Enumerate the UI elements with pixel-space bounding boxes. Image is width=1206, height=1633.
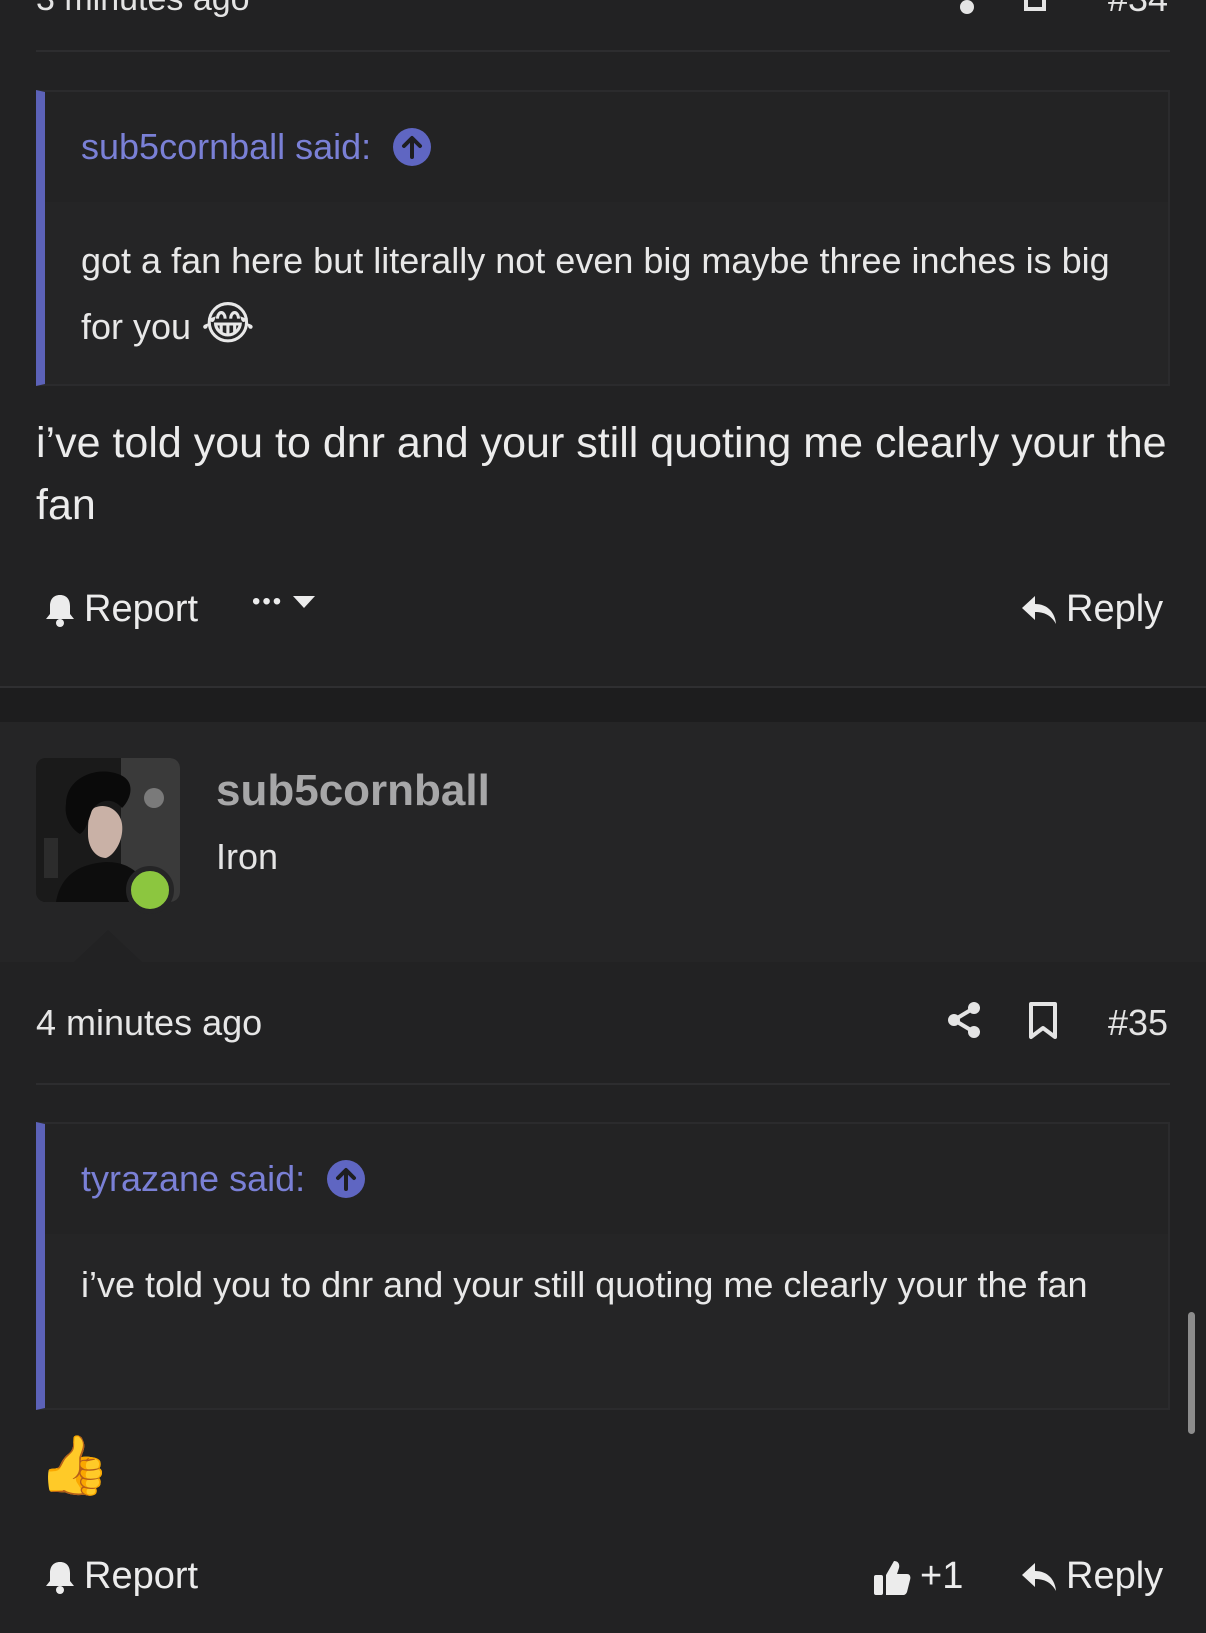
chevron-down-icon <box>293 596 316 608</box>
avatar-pointer <box>74 930 142 962</box>
reply-label: Reply <box>1066 588 1164 630</box>
user-info-band <box>0 722 1206 962</box>
bell-icon <box>46 1561 74 1594</box>
username-link[interactable]: sub5cornball <box>216 766 490 816</box>
report-label: Report <box>84 1555 199 1597</box>
report-button[interactable]: Report <box>44 1555 198 1598</box>
bell-icon <box>46 594 74 627</box>
quote-author-link[interactable]: tyrazane said: <box>81 1158 305 1200</box>
bookmark-icon <box>1029 1002 1057 1039</box>
more-options-button[interactable]: ••• <box>252 588 317 616</box>
arrow-up-icon[interactable] <box>327 1160 366 1198</box>
post-separator <box>0 686 1206 724</box>
post-time[interactable]: 4 minutes ago <box>36 1002 262 1044</box>
reply-icon <box>1022 595 1056 624</box>
share-icon[interactable] <box>960 0 974 14</box>
user-title: Iron <box>216 836 279 877</box>
tears-of-joy-emoji: 😂 <box>201 297 255 349</box>
prev-post-message: i’ve told you to dnr and your still quot… <box>36 419 1167 529</box>
bookmark-icon[interactable] <box>1024 0 1046 11</box>
report-label: Report <box>84 588 199 630</box>
scrollbar[interactable] <box>1188 1312 1195 1434</box>
ellipsis-icon: ••• <box>252 588 284 615</box>
prev-report-button[interactable]: Report <box>44 588 198 631</box>
prev-post-number[interactable]: #34 <box>1108 0 1168 20</box>
post-quote: tyrazane said: i’ve told you to dnr and … <box>36 1122 1170 1410</box>
share-icon <box>948 1002 980 1038</box>
reply-label: Reply <box>1066 1555 1164 1597</box>
thumbs-up-emoji: 👍 <box>38 1433 111 1498</box>
arrow-up-icon[interactable] <box>393 128 432 166</box>
reply-icon <box>1022 1562 1056 1591</box>
share-button[interactable] <box>946 1000 982 1045</box>
reply-button[interactable]: Reply <box>1020 1555 1163 1598</box>
quote-author-link[interactable]: sub5cornball said: <box>81 126 371 168</box>
post-number-link[interactable]: #35 <box>1108 1002 1168 1044</box>
online-status-dot <box>126 866 174 914</box>
quote-text: i’ve told you to dnr and your still quot… <box>81 1264 1088 1305</box>
prev-reply-button[interactable]: Reply <box>1020 588 1163 631</box>
prev-post-time: 3 minutes ago <box>36 0 250 19</box>
prev-post-quote: sub5cornball said: got a fan here but li… <box>36 90 1170 386</box>
prev-post-icons <box>960 0 1046 14</box>
thumbs-up-icon <box>874 1560 911 1595</box>
bookmark-button[interactable] <box>1028 1002 1058 1045</box>
like-count: +1 <box>920 1555 964 1597</box>
like-button[interactable]: +1 <box>872 1555 963 1598</box>
